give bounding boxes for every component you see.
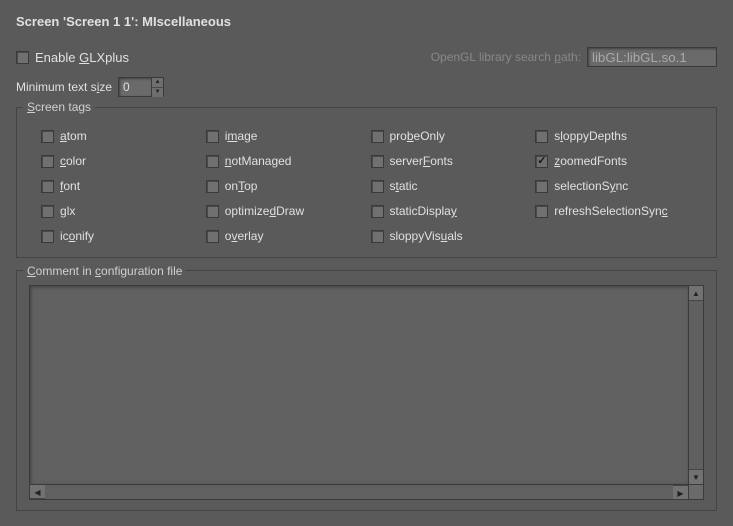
tag-checkbox[interactable] (535, 155, 548, 168)
spinner-up-icon[interactable]: ▲ (152, 78, 163, 88)
tag-checkbox[interactable] (206, 205, 219, 218)
tag-item: selectionSync (535, 179, 692, 193)
vertical-scrollbar[interactable]: ▲ ▼ (689, 285, 704, 485)
scroll-left-icon[interactable]: ◀ (30, 485, 45, 499)
scroll-down-icon[interactable]: ▼ (689, 469, 703, 484)
tag-checkbox[interactable] (206, 155, 219, 168)
tag-label: zoomedFonts (554, 154, 627, 168)
tag-label: image (225, 129, 258, 143)
tag-checkbox[interactable] (41, 180, 54, 193)
tag-checkbox[interactable] (371, 180, 384, 193)
tag-label: overlay (225, 229, 264, 243)
tag-checkbox[interactable] (41, 230, 54, 243)
scroll-track[interactable] (689, 301, 703, 469)
tag-checkbox[interactable] (371, 155, 384, 168)
tag-checkbox[interactable] (206, 130, 219, 143)
tag-item: sloppyDepths (535, 129, 692, 143)
tag-item: refreshSelectionSync (535, 204, 692, 218)
scroll-corner (689, 485, 704, 500)
comment-group: Comment in configuration file ▲ ▼ ◀ ▶ (16, 270, 717, 511)
panel-title: Screen 'Screen 1 1': MIscellaneous (16, 14, 717, 29)
tag-item: font (41, 179, 198, 193)
tag-label: selectionSync (554, 179, 628, 193)
scroll-right-icon[interactable]: ▶ (673, 485, 688, 499)
tag-item: serverFonts (371, 154, 528, 168)
tag-checkbox[interactable] (41, 130, 54, 143)
tag-label: sloppyVisuals (390, 229, 463, 243)
tag-label: sloppyDepths (554, 129, 627, 143)
tag-item: notManaged (206, 154, 363, 168)
tag-checkbox[interactable] (535, 130, 548, 143)
scroll-track[interactable] (45, 485, 673, 499)
tag-label: probeOnly (390, 129, 445, 143)
tag-item: color (41, 154, 198, 168)
enable-glxplus-label: Enable GLXplus (35, 50, 129, 65)
tag-item: overlay (206, 229, 363, 243)
tag-label: onTop (225, 179, 258, 193)
tag-item: sloppyVisuals (371, 229, 528, 243)
tag-item: probeOnly (371, 129, 528, 143)
tag-item: iconify (41, 229, 198, 243)
tag-item: staticDisplay (371, 204, 528, 218)
tag-item: atom (41, 129, 198, 143)
min-text-size-label: Minimum text size (16, 80, 112, 94)
tag-item: glx (41, 204, 198, 218)
tag-checkbox[interactable] (41, 155, 54, 168)
tag-item: zoomedFonts (535, 154, 692, 168)
tag-label: color (60, 154, 86, 168)
screen-tags-group: Screen tags atomimageprobeOnlysloppyDept… (16, 107, 717, 258)
tag-label: glx (60, 204, 75, 218)
tag-label: atom (60, 129, 87, 143)
tag-label: font (60, 179, 80, 193)
scroll-up-icon[interactable]: ▲ (689, 286, 703, 301)
tag-label: serverFonts (390, 154, 453, 168)
tag-checkbox[interactable] (206, 180, 219, 193)
tag-item: static (371, 179, 528, 193)
tag-label: staticDisplay (390, 204, 457, 218)
tag-checkbox[interactable] (371, 230, 384, 243)
tag-label: iconify (60, 229, 94, 243)
tag-label: static (390, 179, 418, 193)
tag-checkbox[interactable] (371, 130, 384, 143)
tag-item: optimizedDraw (206, 204, 363, 218)
tag-checkbox[interactable] (206, 230, 219, 243)
enable-glxplus-checkbox[interactable] (16, 51, 29, 64)
tag-checkbox[interactable] (371, 205, 384, 218)
min-text-size-input[interactable] (119, 78, 151, 96)
tag-item: image (206, 129, 363, 143)
screen-tags-title: Screen tags (23, 100, 95, 114)
tag-checkbox[interactable] (535, 180, 548, 193)
tag-item: onTop (206, 179, 363, 193)
tag-checkbox[interactable] (41, 205, 54, 218)
tag-checkbox[interactable] (535, 205, 548, 218)
tag-label: notManaged (225, 154, 292, 168)
comment-textarea[interactable] (29, 285, 689, 485)
opengl-path-label: OpenGL library search path: (431, 50, 581, 64)
opengl-path-input[interactable] (587, 47, 717, 67)
horizontal-scrollbar[interactable]: ◀ ▶ (29, 485, 689, 500)
tag-label: refreshSelectionSync (554, 204, 667, 218)
min-text-size-spinner[interactable]: ▲ ▼ (118, 77, 164, 97)
comment-title: Comment in configuration file (23, 264, 186, 278)
tag-label: optimizedDraw (225, 204, 304, 218)
spinner-down-icon[interactable]: ▼ (152, 88, 163, 97)
